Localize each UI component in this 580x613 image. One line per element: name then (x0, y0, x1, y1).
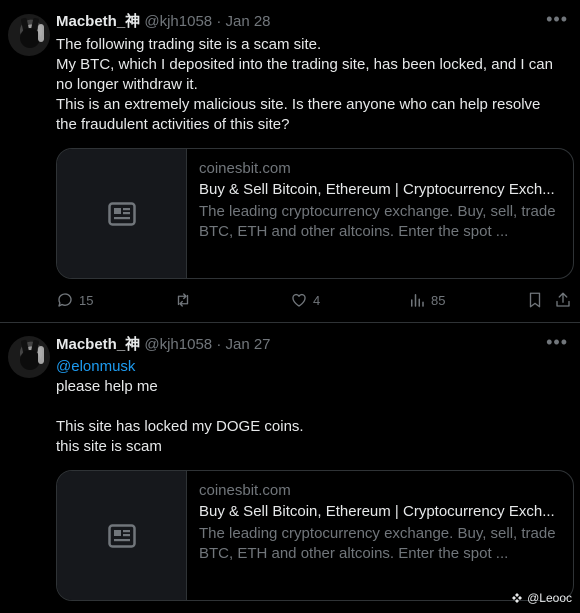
tweet-line: This site has locked my DOGE coins. (56, 418, 304, 435)
bookmark-icon (529, 292, 541, 308)
binance-logo-icon (512, 593, 523, 603)
tweet-line: This is an extremely malicious site. Is … (56, 96, 541, 113)
views-icon (411, 294, 424, 307)
separator: · (216, 336, 222, 353)
author-name[interactable]: Macbeth_神 (56, 13, 140, 30)
more-options-icon[interactable]: ••• (546, 333, 568, 351)
author-name[interactable]: Macbeth_神 (56, 336, 140, 353)
card-title: Buy & Sell Bitcoin, Ethereum | Cryptocur… (199, 181, 555, 198)
tweet-line: this site is scam (56, 438, 162, 455)
card-domain: coinesbit.com (199, 482, 291, 499)
link-card[interactable]: coinesbit.com Buy & Sell Bitcoin, Ethere… (56, 470, 574, 601)
tweet-header: Macbeth_神 @kjh1058 · Jan 28 (56, 12, 271, 32)
article-icon (107, 523, 136, 548)
author-handle[interactable]: @kjh1058 (144, 336, 212, 353)
watermark-text: @Leooc (527, 591, 572, 605)
more-options-icon[interactable]: ••• (546, 10, 568, 28)
reply-count: 15 (79, 292, 94, 308)
bookmark-button[interactable] (526, 291, 544, 309)
views-button[interactable]: 85 (408, 291, 445, 309)
tweet[interactable]: Macbeth_神 @kjh1058 · Jan 27 ••• @elonmus… (0, 323, 580, 613)
card-domain: coinesbit.com (199, 160, 291, 177)
repost-button[interactable] (174, 291, 197, 309)
article-thumbnail (57, 471, 187, 600)
tweet-line: The following trading site is a scam sit… (56, 36, 322, 53)
tweet[interactable]: Macbeth_神 @kjh1058 · Jan 28 ••• The foll… (0, 0, 580, 323)
tweet-line (56, 397, 572, 417)
card-title: Buy & Sell Bitcoin, Ethereum | Cryptocur… (199, 503, 555, 520)
reply-button[interactable]: 15 (56, 291, 93, 309)
tweet-line: My BTC, which I deposited into the tradi… (56, 56, 553, 73)
article-thumbnail (57, 149, 187, 278)
article-icon (107, 201, 136, 226)
share-button[interactable] (554, 291, 572, 309)
like-button[interactable]: 4 (290, 291, 320, 309)
tweet-date[interactable]: Jan 27 (225, 336, 270, 353)
card-description: The leading cryptocurrency exchange. Buy… (199, 525, 556, 562)
reply-icon (58, 293, 72, 307)
repost-icon (177, 293, 189, 307)
tweet-line: the fraudulent activities of this site? (56, 116, 290, 133)
mention-link[interactable]: @elonmusk (56, 357, 572, 377)
share-icon (556, 292, 570, 307)
view-count: 85 (431, 292, 446, 308)
avatar[interactable] (8, 336, 50, 378)
card-description: The leading cryptocurrency exchange. Buy… (199, 203, 556, 240)
link-card[interactable]: coinesbit.com Buy & Sell Bitcoin, Ethere… (56, 148, 574, 279)
tweet-text: @elonmusk please help me This site has l… (56, 357, 572, 457)
tweet-line: no longer withdraw it. (56, 76, 198, 93)
tweet-line: please help me (56, 378, 158, 395)
action-bar: 15 4 85 (56, 291, 572, 311)
tweet-header: Macbeth_神 @kjh1058 · Jan 27 (56, 335, 271, 355)
tweet-text: The following trading site is a scam sit… (56, 35, 572, 135)
avatar[interactable] (8, 14, 50, 56)
author-handle[interactable]: @kjh1058 (144, 13, 212, 30)
tweet-date[interactable]: Jan 28 (225, 13, 270, 30)
heart-icon (292, 293, 306, 307)
separator: · (216, 13, 222, 30)
like-count: 4 (313, 292, 321, 308)
watermark: @Leooc (511, 591, 572, 605)
